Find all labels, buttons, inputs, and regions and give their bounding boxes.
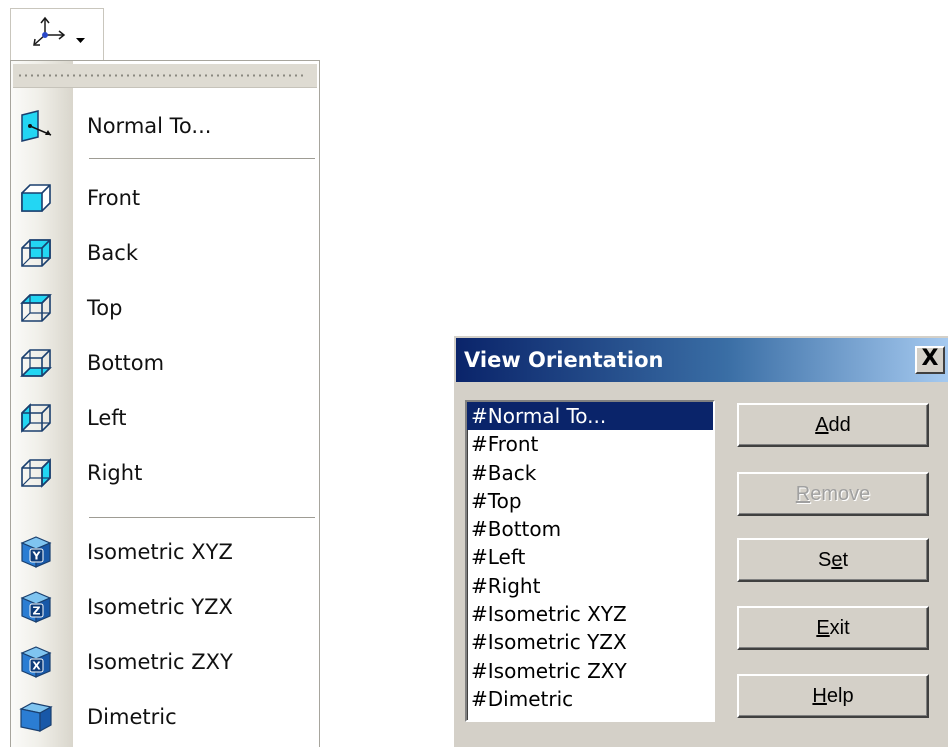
menu-item-front[interactable]: Front bbox=[11, 173, 321, 223]
orientation-list-item[interactable]: #Left bbox=[467, 543, 713, 571]
view-orientation-icon bbox=[33, 16, 66, 46]
dropdown-arrow-icon[interactable] bbox=[76, 38, 85, 43]
orientation-list-item[interactable]: #Bottom bbox=[467, 515, 713, 543]
dialog-title-bar[interactable]: View Orientation X bbox=[456, 338, 948, 382]
dimetric-icon bbox=[19, 702, 53, 733]
front-view-icon bbox=[21, 184, 51, 212]
menu-item-label: Isometric XYZ bbox=[87, 540, 233, 564]
back-view-icon bbox=[21, 239, 51, 267]
normal-to-icon bbox=[21, 110, 52, 142]
axis-letter: X bbox=[32, 660, 41, 673]
close-button[interactable]: X bbox=[915, 346, 945, 374]
bottom-view-icon bbox=[20, 349, 52, 377]
orientation-list-item[interactable]: #Front bbox=[467, 430, 713, 458]
close-icon: X bbox=[921, 346, 939, 371]
view-orientation-toolbar-button[interactable] bbox=[10, 8, 104, 60]
remove-button[interactable]: Remove bbox=[737, 472, 929, 516]
orientation-list-item[interactable]: #Top bbox=[467, 487, 713, 515]
orientation-list-item[interactable]: #Back bbox=[467, 459, 713, 487]
menu-drag-handle[interactable] bbox=[13, 64, 317, 88]
set-button[interactable]: Set bbox=[737, 538, 929, 582]
menu-item-label: Front bbox=[87, 186, 141, 210]
orientation-list-item[interactable]: #Isometric XYZ bbox=[467, 600, 713, 628]
menu-item-bottom[interactable]: Bottom bbox=[11, 338, 321, 388]
orientation-list-item[interactable]: #Normal To... bbox=[467, 402, 713, 431]
axis-letter: Z bbox=[33, 605, 41, 618]
axis-letter: Y bbox=[32, 550, 42, 563]
menu-item-right[interactable]: Right bbox=[11, 448, 321, 498]
menu-item-back[interactable]: Back bbox=[11, 228, 321, 278]
isometric-zxy-icon: X bbox=[20, 646, 52, 678]
add-button[interactable]: Add bbox=[737, 403, 929, 447]
menu-item-normal-to[interactable]: Normal To... bbox=[11, 101, 321, 151]
menu-separator bbox=[89, 517, 315, 519]
view-orientation-dialog: View Orientation X #Normal To... #Front #B… bbox=[453, 335, 948, 747]
menu-item-isometric-zxy[interactable]: X Isometric ZXY bbox=[11, 637, 321, 687]
menu-item-label: Left bbox=[87, 406, 127, 430]
menu-item-label: Bottom bbox=[87, 351, 165, 375]
help-button[interactable]: Help bbox=[737, 674, 929, 718]
menu-item-label: Isometric ZXY bbox=[87, 650, 233, 674]
menu-item-left[interactable]: Left bbox=[11, 393, 321, 443]
orientation-list[interactable]: #Normal To... #Front #Back #Top #Bottom #Left… bbox=[465, 400, 715, 722]
menu-item-isometric-xyz[interactable]: Y Isometric XYZ bbox=[11, 527, 321, 577]
dialog-title: View Orientation bbox=[464, 348, 664, 372]
isometric-yzx-icon: Z bbox=[20, 591, 52, 623]
menu-item-dimetric[interactable]: Dimetric bbox=[11, 692, 321, 742]
menu-item-isometric-yzx[interactable]: Z Isometric YZX bbox=[11, 582, 321, 632]
menu-item-label: Normal To... bbox=[87, 114, 212, 138]
top-view-icon bbox=[20, 294, 52, 322]
orientation-list-item[interactable]: #Right bbox=[467, 572, 713, 600]
exit-button[interactable]: Exit bbox=[737, 606, 929, 650]
menu-item-label: Isometric YZX bbox=[87, 595, 233, 619]
menu-item-label: Right bbox=[87, 461, 143, 485]
view-orientation-menu: Normal To... Front Back Top Bottom Left … bbox=[10, 60, 320, 747]
right-view-icon bbox=[21, 458, 51, 488]
menu-separator bbox=[89, 158, 315, 160]
isometric-xyz-icon: Y bbox=[20, 536, 52, 568]
menu-item-label: Back bbox=[87, 241, 138, 265]
left-view-icon bbox=[21, 403, 51, 433]
orientation-list-item[interactable]: #Isometric ZXY bbox=[467, 657, 713, 685]
menu-item-top[interactable]: Top bbox=[11, 283, 321, 333]
orientation-list-item[interactable]: #Isometric YZX bbox=[467, 628, 713, 656]
orientation-list-item[interactable]: #Dimetric bbox=[467, 685, 713, 713]
menu-item-label: Dimetric bbox=[87, 705, 177, 729]
menu-item-label: Top bbox=[87, 296, 123, 320]
